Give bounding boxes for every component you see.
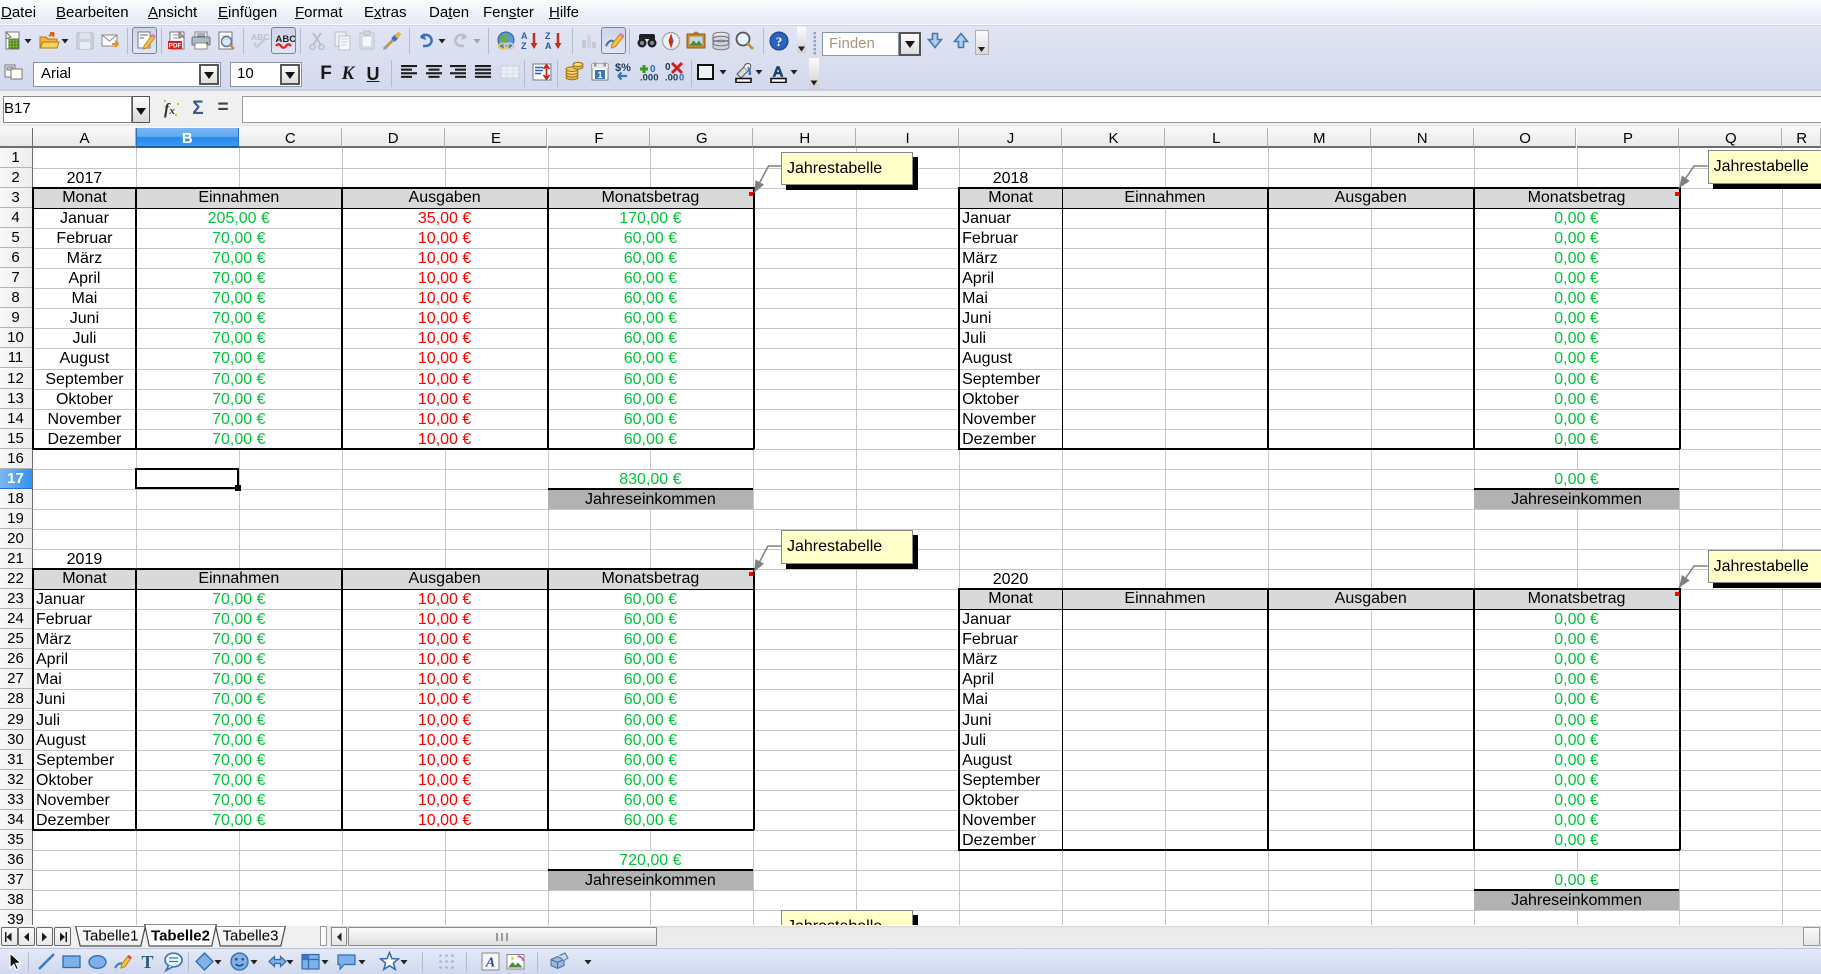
- svg-text:Tabelle2: Tabelle2: [151, 928, 210, 945]
- svg-text:T: T: [141, 952, 153, 972]
- svg-text:$%: $%: [615, 62, 631, 74]
- svg-text:0: 0: [679, 73, 684, 84]
- svg-text:A: A: [485, 956, 495, 971]
- svg-text:Z: Z: [545, 31, 551, 41]
- svg-text:A: A: [545, 41, 552, 51]
- svg-text:Z: Z: [521, 41, 527, 51]
- svg-text:A: A: [521, 31, 528, 41]
- svg-text:Tabelle1: Tabelle1: [83, 928, 139, 945]
- svg-text:.000: .000: [640, 73, 659, 84]
- svg-text:fx: fx: [164, 101, 175, 118]
- svg-text:0: 0: [665, 62, 671, 73]
- svg-text:1: 1: [597, 70, 602, 80]
- svg-text:.00: .00: [665, 73, 678, 84]
- svg-text:Tabelle3: Tabelle3: [223, 928, 279, 945]
- svg-text:ABC: ABC: [251, 32, 269, 42]
- svg-text:?: ?: [775, 34, 782, 49]
- svg-text:PDF: PDF: [169, 43, 182, 50]
